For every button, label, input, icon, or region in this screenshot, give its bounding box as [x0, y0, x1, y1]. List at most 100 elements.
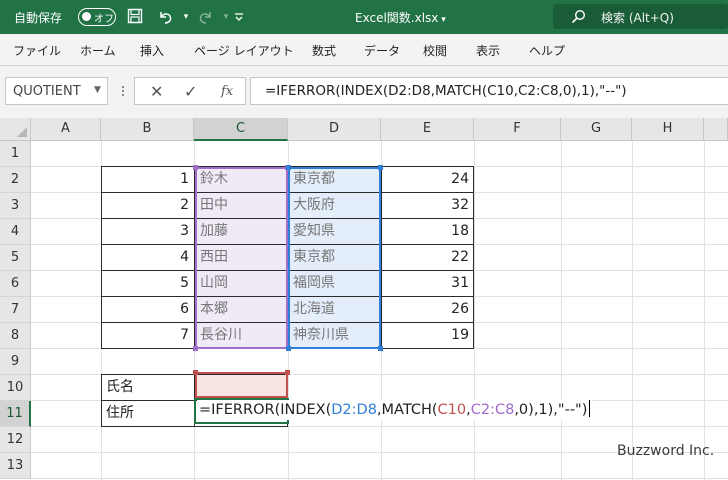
file-title[interactable]: Excel関数.xlsx ▾ [355, 9, 446, 26]
select-all-corner[interactable] [0, 118, 31, 141]
cell-e8[interactable]: 19 [381, 322, 474, 348]
cell-e6[interactable]: 31 [381, 270, 474, 296]
column-header-partial[interactable] [704, 118, 728, 141]
cell-b4[interactable]: 3 [101, 218, 194, 244]
column-header-e[interactable]: E [381, 118, 474, 141]
tab-view[interactable]: 表示 [476, 42, 500, 59]
row-header-6[interactable]: 6 [0, 271, 31, 297]
column-header-d[interactable]: D [288, 118, 381, 141]
row-header-7[interactable]: 7 [0, 297, 31, 323]
cell-d7[interactable]: 北海道 [288, 296, 381, 322]
cell-b7[interactable]: 6 [101, 296, 194, 322]
cell-c7[interactable]: 本郷 [195, 296, 288, 322]
ribbon-tabs: ファイル ホーム 挿入 ページ レイアウト 数式 データ 校閲 表示 ヘルプ [0, 34, 728, 66]
spreadsheet-grid[interactable]: A B C D E F G H 1 2 3 4 5 6 7 8 9 10 11 … [0, 118, 728, 480]
row-header-12[interactable]: 12 [0, 427, 31, 453]
cell-e4[interactable]: 18 [381, 218, 474, 244]
row-header-10[interactable]: 10 [0, 375, 31, 401]
column-header-b[interactable]: B [101, 118, 194, 141]
cell-c8[interactable]: 長谷川 [195, 322, 288, 348]
autosave-toggle[interactable]: オフ [78, 8, 116, 26]
search-icon [571, 9, 586, 28]
row-header-4[interactable]: 4 [0, 219, 31, 245]
name-box-dropdown-icon[interactable]: ▼ [94, 85, 101, 95]
reference-cell-c10-outline [195, 372, 288, 398]
cell-edit-formula[interactable]: =IFERROR(INDEX(D2:D8,MATCH(C10,C2:C8,0),… [197, 400, 593, 420]
cell-d2[interactable]: 東京都 [288, 166, 381, 192]
row-header-11[interactable]: 11 [0, 401, 31, 427]
tab-page-layout[interactable]: ページ レイアウト [194, 42, 294, 59]
cell-c3[interactable]: 田中 [195, 192, 288, 218]
column-header-a[interactable]: A [31, 118, 101, 141]
cell-b2[interactable]: 1 [101, 166, 194, 192]
column-header-c[interactable]: C [194, 118, 288, 141]
row-header-3[interactable]: 3 [0, 193, 31, 219]
insert-function-icon[interactable]: fx [221, 84, 233, 99]
column-header-f[interactable]: F [474, 118, 561, 141]
cell-b6[interactable]: 5 [101, 270, 194, 296]
tab-insert[interactable]: 挿入 [140, 42, 164, 59]
cell-b5[interactable]: 4 [101, 244, 194, 270]
tab-data[interactable]: データ [364, 42, 400, 59]
row-header-8[interactable]: 8 [0, 323, 31, 349]
cell-b10[interactable]: 氏名 [101, 374, 194, 400]
cell-d8[interactable]: 神奈川県 [288, 322, 381, 348]
filename-dropdown-icon: ▾ [438, 15, 446, 25]
formula-part: =IFERROR(INDEX( [199, 402, 332, 418]
range-handle[interactable] [285, 370, 290, 375]
row-header-1[interactable]: 1 [0, 141, 31, 167]
text-caret [589, 400, 591, 417]
cell-e2[interactable]: 24 [381, 166, 474, 192]
cell-b11[interactable]: 住所 [101, 400, 194, 426]
cell-d4[interactable]: 愛知県 [288, 218, 381, 244]
tab-file[interactable]: ファイル [13, 42, 61, 59]
watermark: Buzzword Inc. [617, 443, 715, 459]
tab-home[interactable]: ホーム [80, 42, 116, 59]
save-icon[interactable] [127, 8, 145, 26]
cancel-icon[interactable]: ✕ [150, 82, 163, 101]
tab-formulas[interactable]: 数式 [312, 42, 336, 59]
search-placeholder: 検索 (Alt+Q) [601, 11, 674, 25]
cell-e7[interactable]: 26 [381, 296, 474, 322]
cell-d6[interactable]: 福岡県 [288, 270, 381, 296]
column-header-h[interactable]: H [632, 118, 704, 141]
autosave-state: オフ [94, 14, 114, 25]
column-header-g[interactable]: G [561, 118, 632, 141]
redo-icon [197, 8, 215, 26]
cell-d5[interactable]: 東京都 [288, 244, 381, 270]
cell-d3[interactable]: 大阪府 [288, 192, 381, 218]
tab-review[interactable]: 校閲 [423, 42, 447, 59]
filename-text: Excel関数.xlsx [355, 11, 439, 25]
formula-ref-c2-c8: C2:C8 [470, 402, 515, 418]
undo-dropdown-icon[interactable]: ▾ [177, 8, 195, 26]
name-box-value: QUOTIENT [13, 84, 81, 99]
cell-c4[interactable]: 加藤 [195, 218, 288, 244]
row-header-2[interactable]: 2 [0, 167, 31, 193]
formula-part: ,0),1),"--") [514, 402, 588, 418]
formula-part: ,MATCH( [376, 402, 438, 418]
customize-toolbar-icon[interactable] [233, 8, 251, 26]
formula-buttons: ✕ ✓ fx [134, 77, 246, 105]
cell-c6[interactable]: 山岡 [195, 270, 288, 296]
cell-c2[interactable]: 鈴木 [195, 166, 288, 192]
title-bar: 自動保存 オフ ▾ ▾ Excel関数.xlsx ▾ 検索 (Alt+Q) [0, 0, 728, 34]
formula-ref-d2-d8: D2:D8 [331, 402, 377, 418]
search-box[interactable]: 検索 (Alt+Q) [553, 4, 728, 29]
tab-help[interactable]: ヘルプ [529, 42, 565, 59]
cell-e5[interactable]: 22 [381, 244, 474, 270]
cell-b8[interactable]: 7 [101, 322, 194, 348]
cell-b3[interactable]: 2 [101, 192, 194, 218]
formula-ref-c10: C10 [437, 402, 467, 418]
name-box[interactable]: QUOTIENT ▼ [5, 77, 108, 105]
enter-icon[interactable]: ✓ [184, 82, 197, 101]
toggle-knob [82, 12, 91, 21]
row-header-5[interactable]: 5 [0, 245, 31, 271]
undo-icon[interactable] [156, 8, 174, 26]
row-header-9[interactable]: 9 [0, 349, 31, 375]
autosave-label: 自動保存 [14, 11, 63, 25]
formula-bar-grip[interactable] [122, 86, 124, 98]
cell-e3[interactable]: 32 [381, 192, 474, 218]
cell-c5[interactable]: 西田 [195, 244, 288, 270]
row-header-13[interactable]: 13 [0, 453, 31, 479]
formula-input[interactable]: =IFERROR(INDEX(D2:D8,MATCH(C10,C2:C8,0),… [250, 77, 728, 105]
